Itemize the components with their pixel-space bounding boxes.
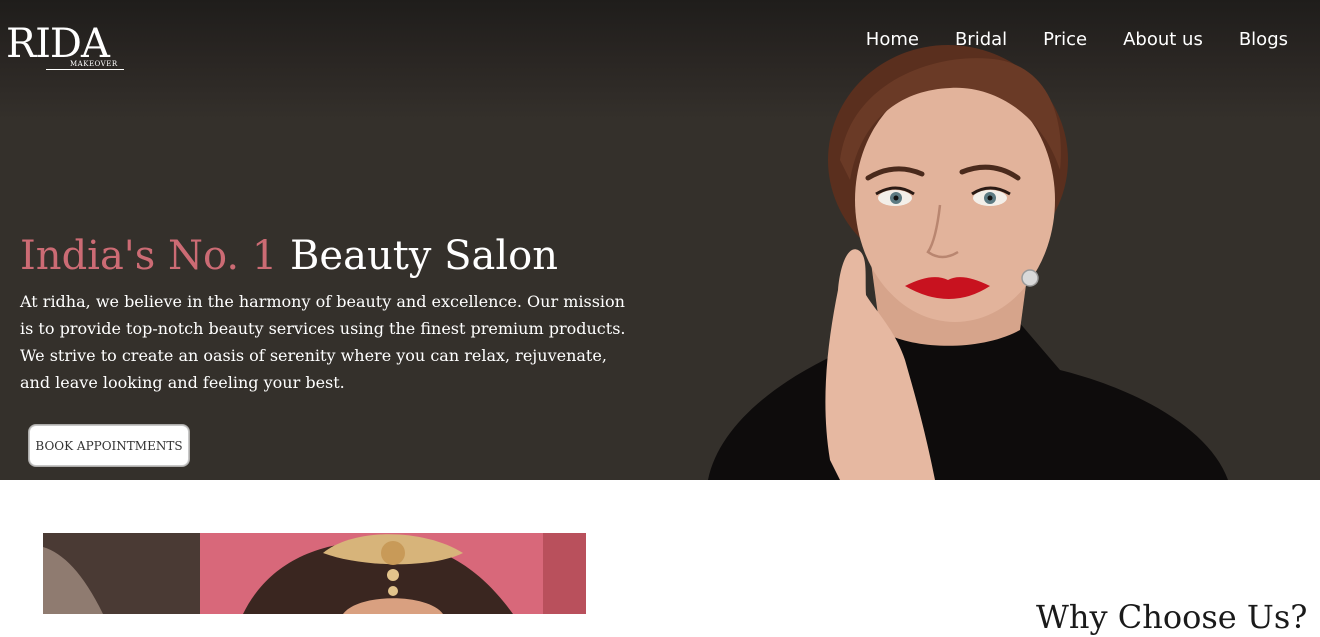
bridal-collage-image <box>43 533 586 614</box>
logo-tagline: MAKEOVER <box>70 60 118 68</box>
book-appointments-button[interactable]: BOOK APPOINTMENTS <box>29 425 189 466</box>
portrait-earring <box>1021 269 1039 287</box>
hero-model-portrait <box>708 45 1228 480</box>
logo-underline <box>46 69 124 70</box>
brand-logo[interactable]: RIDA MAKEOVER <box>6 20 126 76</box>
why-choose-us-heading: Why Choose Us? <box>1036 598 1308 636</box>
hero-headline-accent: India's No. 1 <box>20 233 278 279</box>
hero-headline-main: Beauty Salon <box>290 233 558 279</box>
hero-headline: India's No. 1 Beauty Salon <box>20 228 558 284</box>
hero-section: RIDA MAKEOVER Home Bridal Price About us… <box>0 0 1320 480</box>
hero-intro-paragraph: At ridha, we believe in the harmony of b… <box>20 292 626 392</box>
